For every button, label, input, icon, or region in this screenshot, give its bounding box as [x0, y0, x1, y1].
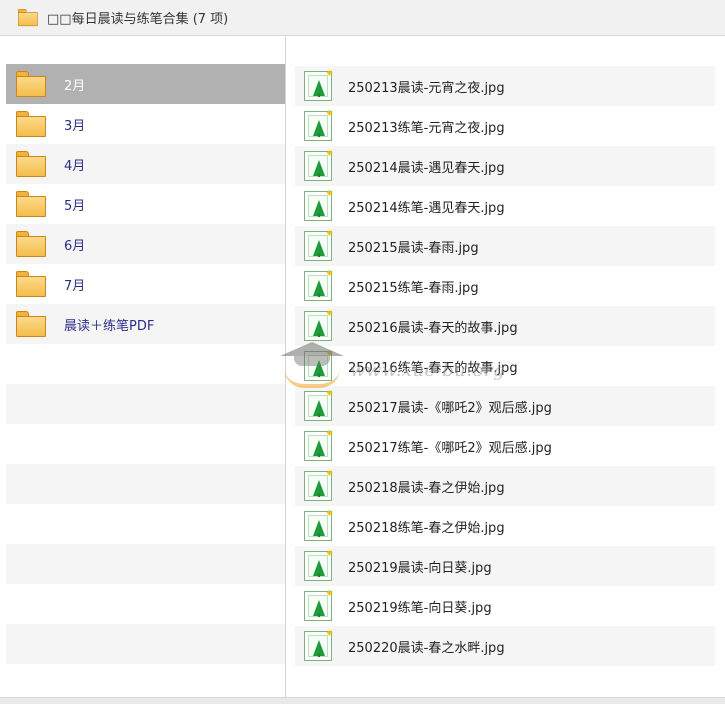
file-name: 250219晨读-向日葵.jpg	[348, 560, 492, 576]
folder-icon	[18, 8, 38, 27]
window-bottom-edge	[0, 697, 725, 704]
file-name: 250214晨读-遇见春天.jpg	[348, 160, 505, 176]
image-file-icon: ✦	[304, 308, 334, 341]
folder-label: 5月	[64, 198, 86, 214]
file-item[interactable]: ✦ 250216晨读-春天的故事.jpg	[295, 306, 715, 346]
folder-icon	[16, 191, 46, 217]
file-name: 250215练笔-春雨.jpg	[348, 280, 479, 296]
image-file-icon: ✦	[304, 508, 334, 541]
file-name: 250218晨读-春之伊始.jpg	[348, 480, 505, 496]
image-file-icon: ✦	[304, 228, 334, 261]
image-file-icon: ✦	[304, 68, 334, 101]
file-item[interactable]: ✦ 250219练笔-向日葵.jpg	[295, 586, 715, 626]
empty-row	[6, 344, 285, 384]
image-file-icon: ✦	[304, 148, 334, 181]
image-file-icon: ✦	[304, 108, 334, 141]
empty-row	[6, 424, 285, 464]
file-item[interactable]: ✦ 250217练笔-《哪吒2》观后感.jpg	[295, 426, 715, 466]
empty-row	[6, 584, 285, 624]
image-file-icon: ✦	[304, 348, 334, 381]
folder-icon	[16, 111, 46, 137]
folder-item-mar[interactable]: 3月	[6, 104, 285, 144]
file-name: 250215晨读-春雨.jpg	[348, 240, 479, 256]
folder-icon	[16, 71, 46, 97]
file-name: 250213练笔-元宵之夜.jpg	[348, 120, 505, 136]
folder-item-jun[interactable]: 6月	[6, 224, 285, 264]
folder-label: 2月	[64, 78, 86, 94]
folder-label: 3月	[64, 118, 86, 134]
file-item[interactable]: ✦ 250219晨读-向日葵.jpg	[295, 546, 715, 586]
file-name: 250213晨读-元宵之夜.jpg	[348, 80, 505, 96]
file-item[interactable]: ✦ 250213练笔-元宵之夜.jpg	[295, 106, 715, 146]
file-item[interactable]: ✦ 250220晨读-春之水畔.jpg	[295, 626, 715, 666]
file-item[interactable]: ✦ 250218晨读-春之伊始.jpg	[295, 466, 715, 506]
empty-row	[6, 504, 285, 544]
image-file-icon: ✦	[304, 628, 334, 661]
folder-item-pdf[interactable]: 晨读＋练笔PDF	[6, 304, 285, 344]
image-file-icon: ✦	[304, 388, 334, 421]
empty-row	[6, 384, 285, 424]
file-item[interactable]: ✦ 250217晨读-《哪吒2》观后感.jpg	[295, 386, 715, 426]
file-item[interactable]: ✦ 250215练笔-春雨.jpg	[295, 266, 715, 306]
folder-item-jul[interactable]: 7月	[6, 264, 285, 304]
file-item[interactable]: ✦ 250215晨读-春雨.jpg	[295, 226, 715, 266]
folder-icon	[16, 231, 46, 257]
file-item[interactable]: ✦ 250214晨读-遇见春天.jpg	[295, 146, 715, 186]
folder-item-apr[interactable]: 4月	[6, 144, 285, 184]
folder-label: 6月	[64, 238, 86, 254]
folder-item-may[interactable]: 5月	[6, 184, 285, 224]
folder-icon	[16, 311, 46, 337]
file-item[interactable]: ✦ 250216练笔-春天的故事.jpg	[295, 346, 715, 386]
folder-item-feb[interactable]: 2月	[6, 64, 285, 104]
file-list: ✦ 250213晨读-元宵之夜.jpg ✦ 250213练笔-元宵之夜.jpg …	[295, 66, 715, 666]
folder-icon	[16, 271, 46, 297]
file-name: 250214练笔-遇见春天.jpg	[348, 200, 505, 216]
image-file-icon: ✦	[304, 188, 334, 221]
file-name: 250216练笔-春天的故事.jpg	[348, 360, 518, 376]
file-item[interactable]: ✦ 250218练笔-春之伊始.jpg	[295, 506, 715, 546]
folder-label: 晨读＋练笔PDF	[64, 318, 155, 334]
image-file-icon: ✦	[304, 428, 334, 461]
pane-divider[interactable]	[285, 37, 286, 697]
empty-row	[6, 544, 285, 584]
window-titlebar: □□每日晨读与练笔合集 (7 项)	[0, 0, 725, 36]
folder-label: 4月	[64, 158, 86, 174]
folder-list: 2月 3月 4月 5月 6月 7月 晨读＋练笔PDF	[6, 64, 285, 664]
folder-icon	[16, 151, 46, 177]
folder-label: 7月	[64, 278, 86, 294]
window-title: □□每日晨读与练笔合集 (7 项)	[47, 12, 229, 27]
file-item[interactable]: ✦ 250213晨读-元宵之夜.jpg	[295, 66, 715, 106]
file-name: 250217晨读-《哪吒2》观后感.jpg	[348, 400, 552, 416]
image-file-icon: ✦	[304, 268, 334, 301]
file-name: 250220晨读-春之水畔.jpg	[348, 640, 505, 656]
image-file-icon: ✦	[304, 548, 334, 581]
image-file-icon: ✦	[304, 468, 334, 501]
file-item[interactable]: ✦ 250214练笔-遇见春天.jpg	[295, 186, 715, 226]
empty-row	[6, 624, 285, 664]
image-file-icon: ✦	[304, 588, 334, 621]
file-name: 250216晨读-春天的故事.jpg	[348, 320, 518, 336]
file-name: 250218练笔-春之伊始.jpg	[348, 520, 505, 536]
empty-row	[6, 464, 285, 504]
file-name: 250219练笔-向日葵.jpg	[348, 600, 492, 616]
file-name: 250217练笔-《哪吒2》观后感.jpg	[348, 440, 552, 456]
